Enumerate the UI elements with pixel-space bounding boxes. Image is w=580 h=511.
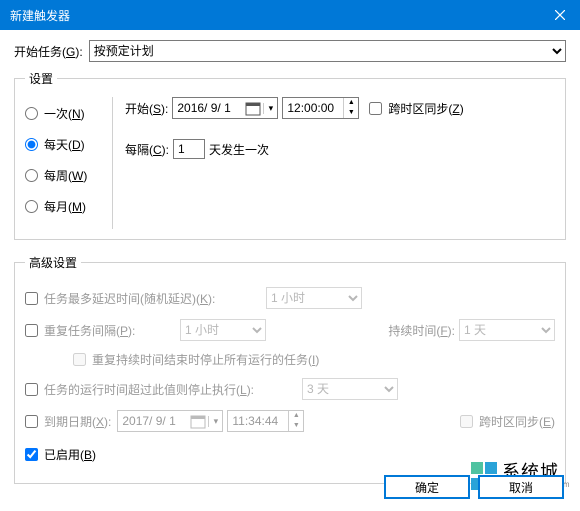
interval-input[interactable] bbox=[173, 139, 205, 159]
start-date-picker[interactable]: ▾ bbox=[172, 97, 278, 119]
interval-label: 每隔(C): bbox=[125, 141, 169, 158]
ok-button[interactable]: 确定 bbox=[384, 475, 470, 499]
stop-all-label: 重复持续时间结束时停止所有运行的任务(I) bbox=[92, 351, 319, 368]
enabled-label: 已启用(B) bbox=[44, 446, 96, 463]
advanced-legend: 高级设置 bbox=[25, 254, 81, 271]
tz-sync-check[interactable]: 跨时区同步(Z) bbox=[369, 100, 463, 117]
expire-date-input bbox=[118, 411, 188, 431]
calendar-icon bbox=[190, 413, 206, 429]
close-button[interactable] bbox=[540, 0, 580, 30]
expire-row: 到期日期(X): ▾ ▲▼ 跨时区同步(E) bbox=[25, 410, 555, 432]
start-task-row: 开始任务(G): 按预定计划 bbox=[14, 40, 566, 62]
cancel-button[interactable]: 取消 bbox=[478, 475, 564, 499]
radio-once[interactable]: 一次(N) bbox=[25, 105, 106, 122]
enabled-row[interactable]: 已启用(B) bbox=[25, 446, 555, 463]
repeat-label: 重复任务间隔(P): bbox=[44, 322, 180, 339]
expire-time-picker: ▲▼ bbox=[227, 410, 304, 432]
settings-group: 设置 一次(N) 每天(D) 每周(W) 每月(M) bbox=[14, 70, 566, 240]
radio-weekly[interactable]: 每周(W) bbox=[25, 167, 106, 184]
tz-sync-input[interactable] bbox=[369, 102, 382, 115]
start-time-input[interactable] bbox=[283, 98, 343, 118]
stop-all-row: 重复持续时间结束时停止所有运行的任务(I) bbox=[73, 351, 555, 368]
radio-monthly[interactable]: 每月(M) bbox=[25, 198, 106, 215]
repeat-interval-select: 1 小时 bbox=[180, 319, 266, 341]
delay-row: 任务最多延迟时间(随机延迟)(K): 1 小时 bbox=[25, 287, 555, 309]
stop-after-label: 任务的运行时间超过此值则停止执行(L): bbox=[44, 381, 302, 398]
expire-date-picker: ▾ bbox=[117, 410, 223, 432]
start-time-picker[interactable]: ▲▼ bbox=[282, 97, 359, 119]
date-dropdown-icon[interactable]: ▾ bbox=[263, 103, 277, 114]
stop-after-row: 任务的运行时间超过此值则停止执行(L): 3 天 bbox=[25, 378, 555, 400]
delay-select: 1 小时 bbox=[266, 287, 362, 309]
delay-check[interactable] bbox=[25, 292, 38, 305]
radio-once-input[interactable] bbox=[25, 107, 38, 120]
start-date-input[interactable] bbox=[173, 98, 243, 118]
calendar-icon bbox=[245, 100, 261, 116]
advanced-group: 高级设置 任务最多延迟时间(随机延迟)(K): 1 小时 重复任务间隔(P): … bbox=[14, 254, 566, 484]
time-spinner: ▲▼ bbox=[288, 411, 303, 431]
dialog-body: 开始任务(G): 按预定计划 设置 一次(N) 每天(D) 每周(W) bbox=[0, 30, 580, 484]
date-dropdown-icon: ▾ bbox=[208, 416, 222, 427]
enabled-check[interactable] bbox=[25, 448, 38, 461]
duration-select: 1 天 bbox=[459, 319, 555, 341]
duration-label: 持续时间(F): bbox=[388, 322, 455, 339]
titlebar: 新建触发器 bbox=[0, 0, 580, 30]
repeat-row: 重复任务间隔(P): 1 小时 持续时间(F): 1 天 bbox=[25, 319, 555, 341]
expire-time-input bbox=[228, 411, 288, 431]
radio-monthly-input[interactable] bbox=[25, 200, 38, 213]
radio-daily[interactable]: 每天(D) bbox=[25, 136, 106, 153]
radio-weekly-input[interactable] bbox=[25, 169, 38, 182]
repeat-check[interactable] bbox=[25, 324, 38, 337]
settings-legend: 设置 bbox=[25, 70, 57, 87]
stop-after-check[interactable] bbox=[25, 383, 38, 396]
interval-suffix: 天发生一次 bbox=[209, 141, 269, 158]
stop-all-check bbox=[73, 353, 86, 366]
frequency-column: 一次(N) 每天(D) 每周(W) 每月(M) bbox=[25, 97, 113, 229]
start-task-label: 开始任务(G): bbox=[14, 43, 83, 60]
delay-label: 任务最多延迟时间(随机延迟)(K): bbox=[44, 290, 266, 307]
expire-tz-input bbox=[460, 415, 473, 428]
start-task-select[interactable]: 按预定计划 bbox=[89, 40, 566, 62]
expire-label: 到期日期(X): bbox=[44, 413, 111, 430]
time-spinner[interactable]: ▲▼ bbox=[343, 98, 358, 118]
schedule-column: 开始(S): ▾ ▲▼ 跨时区同步(Z) bbox=[113, 97, 555, 229]
expire-check[interactable] bbox=[25, 415, 38, 428]
stop-after-select: 3 天 bbox=[302, 378, 398, 400]
expire-tz-check: 跨时区同步(E) bbox=[460, 413, 555, 430]
footer: 确定 取消 bbox=[384, 475, 564, 499]
window-title: 新建触发器 bbox=[10, 7, 70, 24]
begin-label: 开始(S): bbox=[125, 100, 168, 117]
radio-daily-input[interactable] bbox=[25, 138, 38, 151]
